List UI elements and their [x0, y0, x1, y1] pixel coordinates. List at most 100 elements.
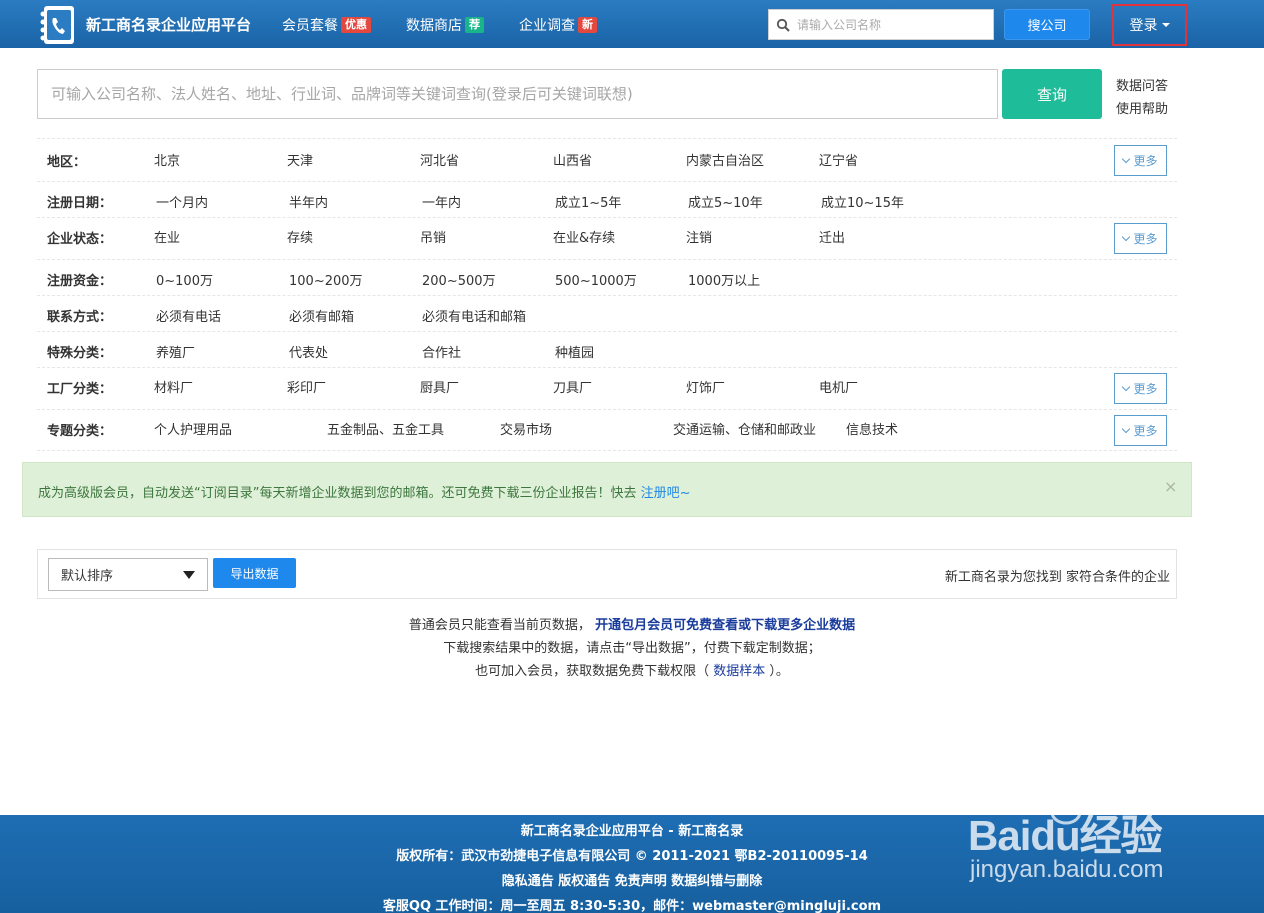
more-button[interactable]: 更多	[1114, 373, 1167, 404]
filter-label: 地区：	[47, 155, 87, 170]
filter-option[interactable]: 一个月内	[156, 192, 208, 211]
filter-option[interactable]: 厨具厂	[420, 377, 459, 396]
close-icon[interactable]: ×	[1164, 477, 1177, 496]
filter-option[interactable]: 500~1000万	[555, 270, 637, 289]
filter-option[interactable]: 必须有电话	[156, 306, 221, 325]
filter-option[interactable]: 合作社	[422, 342, 461, 361]
filter-option[interactable]: 存续	[287, 227, 313, 246]
footer-contact: 客服QQ 工作时间：周一至周五 8:30-5:30，邮件：webmaster@m…	[382, 899, 882, 913]
filter-option[interactable]: 刀具厂	[553, 377, 592, 396]
filter-option[interactable]: 五金制品、五金工具	[327, 419, 444, 438]
filter-option[interactable]: 材料厂	[154, 377, 193, 396]
filter-option[interactable]: 北京	[154, 150, 180, 169]
monthly-membership-link[interactable]: 开通包月会员可免费查看或下载更多企业数据	[595, 618, 855, 633]
more-button[interactable]: 更多	[1114, 145, 1167, 176]
filter-label: 工厂分类：	[47, 382, 113, 397]
filter-option[interactable]: 山西省	[553, 150, 592, 169]
watermark-brand: Baidu经验	[968, 812, 1163, 859]
more-button[interactable]: 更多	[1114, 223, 1167, 254]
filter-option[interactable]: 吊销	[420, 227, 446, 246]
filter-label: 特殊分类：	[47, 346, 113, 361]
filter-option[interactable]: 辽宁省	[819, 150, 858, 169]
filter-option[interactable]: 一年内	[422, 192, 461, 211]
filter-option[interactable]: 在业	[154, 227, 180, 246]
help-link[interactable]: 使用帮助	[1116, 98, 1168, 117]
filter-option[interactable]: 成立10~15年	[821, 192, 904, 211]
login-dropdown-button[interactable]: 登录	[1112, 4, 1187, 46]
query-button[interactable]: 查询	[1002, 69, 1102, 119]
filter-option[interactable]: 交通运输、仓储和邮政业	[673, 419, 816, 438]
sort-select-value: 默认排序	[61, 569, 114, 584]
brand-title[interactable]: 新工商名录企业应用平台	[86, 14, 251, 35]
caret-down-icon	[1161, 23, 1170, 27]
more-button[interactable]: 更多	[1114, 415, 1167, 446]
filter-label: 企业状态：	[47, 232, 113, 247]
filter-option[interactable]: 100~200万	[289, 270, 363, 289]
filter-label: 注册日期：	[47, 196, 113, 211]
filter-panel: 地区： 北京 天津 河北省 山西省 内蒙古自治区 辽宁省 更多 注册日期： 一个…	[37, 138, 1177, 451]
filter-row-factory-category: 工厂分类： 材料厂 彩印厂 厨具厂 刀具厂 灯饰厂 电机厂 更多	[37, 367, 1177, 409]
filter-option[interactable]: 在业&存续	[553, 227, 615, 246]
filter-option[interactable]: 交易市场	[500, 419, 552, 438]
register-link[interactable]: 注册吧~	[641, 486, 691, 501]
sort-select[interactable]: 默认排序	[48, 558, 208, 591]
chevron-down-icon	[1122, 424, 1131, 433]
login-label: 登录	[1129, 18, 1158, 34]
nav-data-store[interactable]: 数据商店 荐	[406, 15, 484, 35]
nav-membership[interactable]: 会员套餐 优惠	[282, 15, 371, 35]
filter-option[interactable]: 电机厂	[819, 377, 858, 396]
filter-option[interactable]: 必须有邮箱	[289, 306, 354, 325]
address-book-logo-icon[interactable]	[36, 4, 80, 46]
nav-data-store-badge: 荐	[465, 17, 484, 33]
filter-label: 联系方式：	[47, 310, 113, 325]
more-label: 更多	[1133, 382, 1158, 396]
filter-option[interactable]: 成立5~10年	[688, 192, 763, 211]
notice-text: ）。	[769, 664, 789, 679]
triangle-down-icon	[183, 571, 195, 579]
filter-option[interactable]: 灯饰厂	[686, 377, 725, 396]
filter-row-region: 地区： 北京 天津 河北省 山西省 内蒙古自治区 辽宁省 更多	[37, 138, 1177, 181]
filter-option[interactable]: 信息技术	[846, 419, 898, 438]
filter-option[interactable]: 200~500万	[422, 270, 496, 289]
filter-option[interactable]: 种植园	[555, 342, 594, 361]
filter-option[interactable]: 注销	[686, 227, 712, 246]
filter-option[interactable]: 0~100万	[156, 270, 213, 289]
company-search-input[interactable]	[797, 17, 987, 32]
nav-company-survey[interactable]: 企业调查 新	[519, 15, 597, 35]
more-label: 更多	[1133, 232, 1158, 246]
filter-option[interactable]: 河北省	[420, 150, 459, 169]
filter-option[interactable]: 半年内	[289, 192, 328, 211]
filter-option[interactable]: 天津	[287, 150, 313, 169]
more-label: 更多	[1133, 154, 1158, 168]
chevron-down-icon	[1122, 154, 1131, 163]
filter-option[interactable]: 代表处	[289, 342, 328, 361]
result-toolbar: 默认排序 导出数据 新工商名录为您找到 家符合条件的企业	[37, 549, 1177, 599]
nav-data-store-label: 数据商店	[406, 18, 462, 34]
data-sample-link[interactable]: 数据样本	[713, 664, 765, 679]
keyword-search-box	[37, 69, 998, 119]
search-company-button[interactable]: 搜公司	[1004, 9, 1090, 40]
keyword-search-input[interactable]	[38, 70, 997, 118]
top-navbar: 新工商名录企业应用平台 会员套餐 优惠 数据商店 荐 企业调查 新 搜公司 登录	[0, 0, 1264, 48]
filter-option[interactable]: 1000万以上	[688, 270, 760, 289]
alert-text: 成为高级版会员，自动发送“订阅目录”每天新增企业数据到您的邮箱。还可免费下载三份…	[38, 486, 637, 501]
filter-row-contact: 联系方式： 必须有电话 必须有邮箱 必须有电话和邮箱	[37, 295, 1177, 331]
filter-option[interactable]: 必须有电话和邮箱	[422, 306, 526, 325]
membership-alert: 成为高级版会员，自动发送“订阅目录”每天新增企业数据到您的邮箱。还可免费下载三份…	[22, 462, 1192, 517]
filter-option[interactable]: 内蒙古自治区	[686, 150, 764, 169]
filter-option[interactable]: 成立1~5年	[555, 192, 621, 211]
notice-line-3: 也可加入会员，获取数据免费下载权限（ 数据样本 ）。	[0, 660, 1264, 679]
search-icon	[769, 10, 797, 39]
notice-line-1: 普通会员只能查看当前页数据， 开通包月会员可免费查看或下载更多企业数据	[0, 614, 1264, 633]
filter-option[interactable]: 彩印厂	[287, 377, 326, 396]
alert-message: 成为高级版会员，自动发送“订阅目录”每天新增企业数据到您的邮箱。还可免费下载三份…	[38, 482, 691, 501]
filter-option[interactable]: 养殖厂	[156, 342, 195, 361]
data-qa-link[interactable]: 数据问答	[1116, 75, 1168, 94]
filter-row-registration-date: 注册日期： 一个月内 半年内 一年内 成立1~5年 成立5~10年 成立10~1…	[37, 181, 1177, 217]
filter-row-topic-category: 专题分类： 个人护理用品 五金制品、五金工具 交易市场 交通运输、仓储和邮政业 …	[37, 409, 1177, 451]
more-label: 更多	[1133, 424, 1158, 438]
baidu-jingyan-watermark: Baidu经验 jingyan.baidu.com	[968, 780, 1208, 890]
filter-option[interactable]: 迁出	[819, 227, 845, 246]
filter-option[interactable]: 个人护理用品	[154, 419, 232, 438]
export-data-button[interactable]: 导出数据	[213, 558, 296, 588]
